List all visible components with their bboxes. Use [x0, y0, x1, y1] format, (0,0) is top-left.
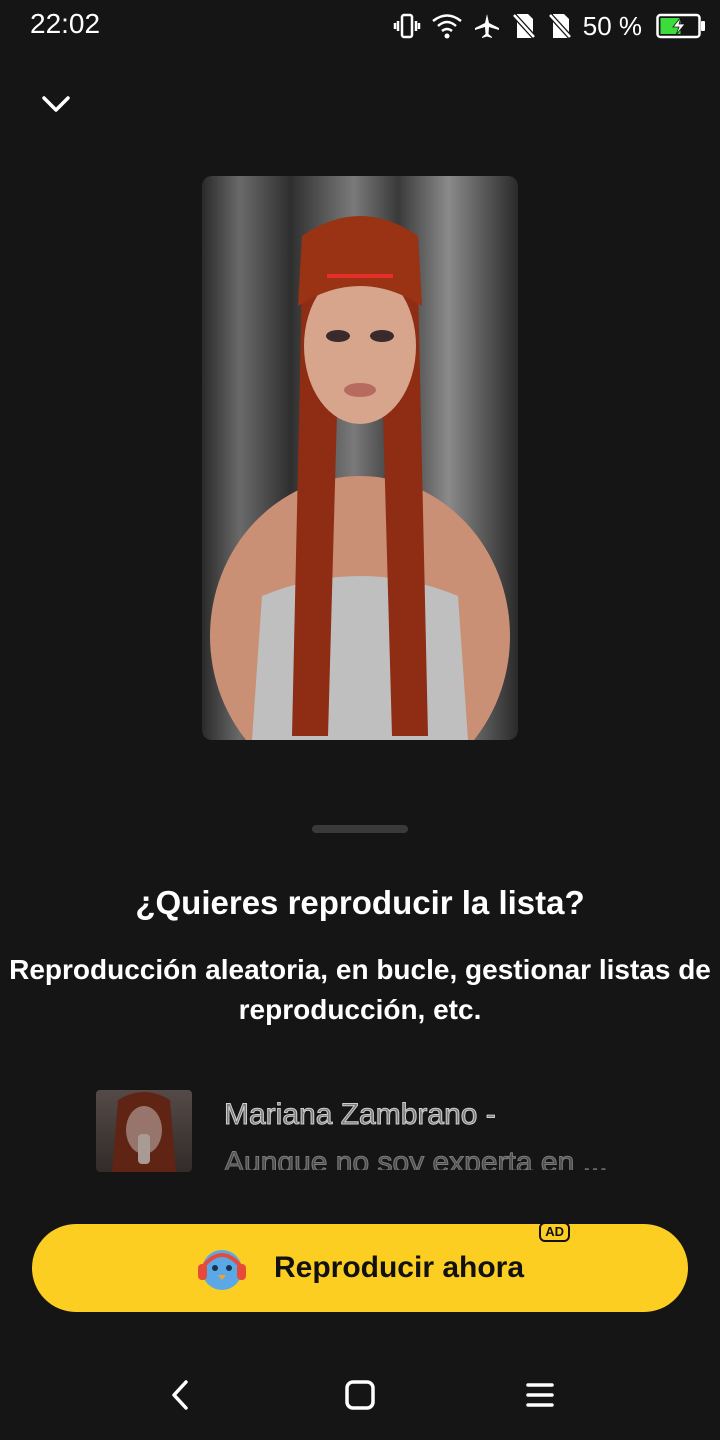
- track-preview[interactable]: Mariana Zambrano - Aunque no soy experta…: [96, 1090, 636, 1180]
- system-nav-bar: [0, 1350, 720, 1440]
- player-screen: 22:02 50 % ¿Quieres reproducir la lista?…: [0, 0, 720, 1440]
- track-thumbnail: [96, 1090, 192, 1172]
- play-now-label: Reproducir ahora: [273, 1251, 525, 1284]
- nav-home-button[interactable]: [330, 1370, 390, 1420]
- back-icon: [172, 1380, 188, 1410]
- wifi-icon: [431, 14, 462, 39]
- chevron-down-icon: [42, 96, 70, 112]
- battery-charging-icon: [656, 13, 705, 39]
- nav-back-button[interactable]: [150, 1370, 210, 1420]
- status-icons: 50 %: [393, 10, 706, 42]
- track-subtitle: Aunque no soy experta en ...: [224, 1146, 608, 1170]
- vibrate-icon: [393, 13, 420, 39]
- battery-percent: 50 %: [582, 10, 642, 41]
- status-bar: 22:02 50 %: [0, 0, 720, 52]
- status-time: 22:02: [30, 8, 101, 39]
- airplane-icon: [474, 14, 499, 38]
- home-icon: [345, 1380, 375, 1410]
- no-sim-icon: [546, 12, 573, 40]
- album-artwork: [202, 176, 518, 740]
- nav-menu-button[interactable]: [510, 1370, 570, 1420]
- sheet-drag-handle[interactable]: [312, 825, 408, 833]
- play-now-content: Reproducir ahora AD: [196, 1222, 571, 1294]
- ad-badge: AD: [539, 1222, 571, 1242]
- bird-headphones-icon: [197, 1250, 246, 1290]
- prompt-description: Reproducción aleatoria, en bucle, gestio…: [9, 954, 711, 1025]
- track-title: Mariana Zambrano -: [224, 1098, 497, 1132]
- prompt-title: ¿Quieres reproducir la lista?: [135, 884, 585, 921]
- play-now-button[interactable]: Reproducir ahora AD: [32, 1222, 688, 1312]
- no-sim-icon: [510, 12, 537, 40]
- menu-icon: [526, 1383, 554, 1407]
- collapse-button[interactable]: [36, 86, 76, 122]
